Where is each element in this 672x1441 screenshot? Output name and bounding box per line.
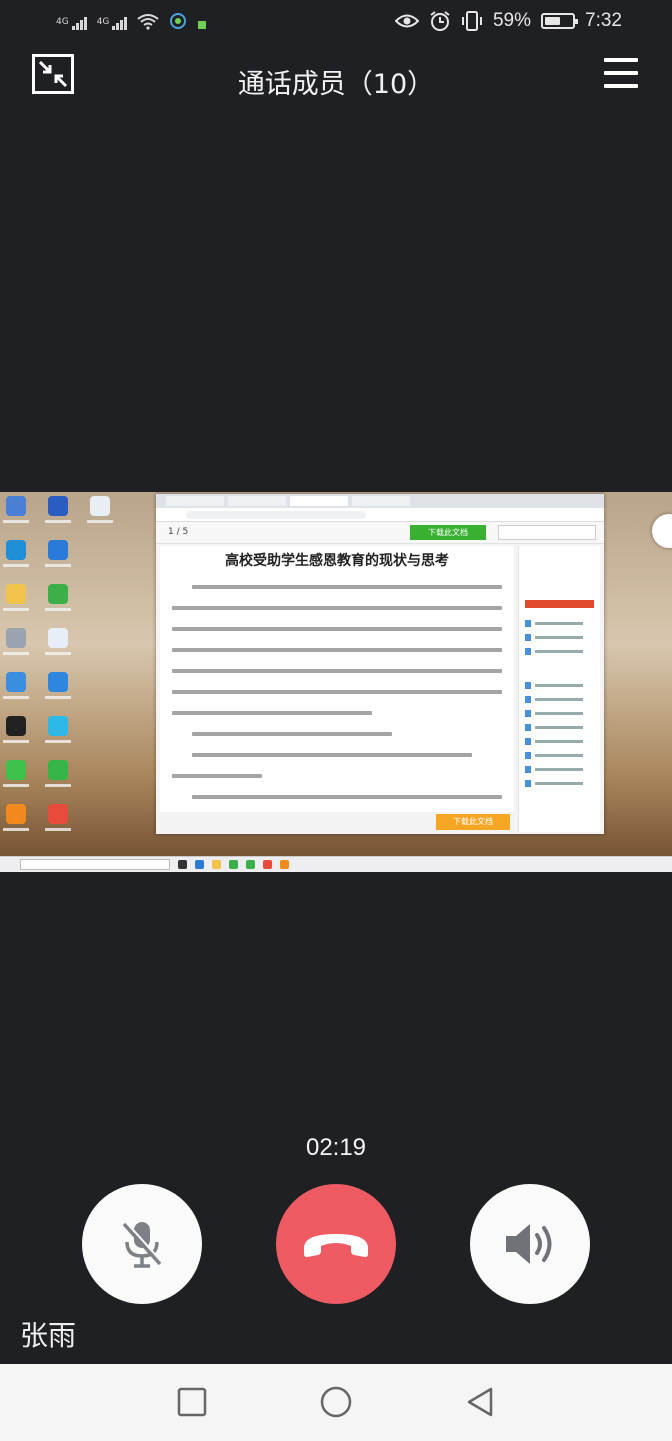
triangle-back-icon	[467, 1387, 493, 1417]
taskbar-search	[20, 859, 170, 870]
battery-icon	[541, 13, 579, 29]
back-button[interactable]	[460, 1384, 500, 1420]
hang-up-icon	[304, 1234, 368, 1257]
desktop-icons	[2, 496, 132, 838]
floating-app-icon[interactable]	[652, 514, 672, 548]
clock: 7:32	[585, 10, 622, 31]
download-button[interactable]: 下载此文档	[410, 525, 486, 540]
network-type-label: 4G	[56, 17, 69, 27]
status-left: 4G 4G	[56, 12, 207, 30]
desktop-icon	[44, 716, 72, 750]
desktop-icon	[2, 496, 30, 530]
page-indicator: 1 / 5	[168, 527, 189, 537]
desktop-icon	[44, 804, 72, 838]
document-toolbar: 1 / 5 下载此文档	[156, 522, 604, 544]
eye-icon	[394, 14, 419, 28]
home-button[interactable]	[316, 1384, 356, 1420]
browser-tabs[interactable]	[156, 494, 604, 508]
browser-tab[interactable]	[352, 496, 410, 506]
square-icon	[177, 1387, 207, 1417]
status-right: 59% 7:32	[394, 10, 622, 32]
battery-percent: 59%	[492, 10, 532, 31]
desktop-icon	[44, 496, 72, 530]
windows-taskbar	[0, 856, 672, 872]
desktop-icon	[44, 628, 72, 662]
desktop-icon	[44, 672, 72, 706]
address-bar[interactable]	[156, 508, 604, 522]
browser-window[interactable]: 1 / 5 下载此文档 高校受助学生感恩教育的现状与思考 下载此文档	[156, 494, 604, 834]
vibrate-icon	[461, 11, 482, 31]
desktop-icon	[2, 628, 30, 662]
system-nav-bar	[0, 1364, 672, 1441]
hang-up-button[interactable]	[276, 1184, 396, 1304]
signal-icon: 4G	[56, 17, 87, 30]
desktop-icon	[2, 584, 30, 618]
alarm-icon	[430, 11, 450, 31]
browser-tab[interactable]	[228, 496, 286, 506]
network-type-label: 4G	[96, 17, 110, 27]
desktop-icon	[2, 760, 30, 794]
shared-screen-view[interactable]: 1 / 5 下载此文档 高校受助学生感恩教育的现状与思考 下载此文档	[0, 492, 672, 872]
menu-icon[interactable]	[604, 58, 638, 88]
doc-search-input[interactable]	[498, 525, 596, 540]
desktop-icon	[44, 540, 72, 574]
document-page: 高校受助学生感恩教育的现状与思考	[160, 546, 514, 820]
call-members-title: 通话成员（10）	[237, 69, 435, 100]
status-bar: 4G 4G 59% 7:32	[0, 0, 672, 52]
speaker-icon	[506, 1224, 552, 1264]
document-sidebar	[518, 546, 600, 832]
battery-fill	[545, 17, 561, 25]
mute-button[interactable]	[82, 1184, 202, 1304]
app-notification-icon	[198, 21, 207, 29]
recents-button[interactable]	[172, 1384, 212, 1420]
caller-name: 张雨	[20, 1319, 77, 1352]
call-header: 通话成员（10）	[0, 52, 672, 112]
document-title: 高校受助学生感恩教育的现状与思考	[225, 553, 449, 569]
desktop-icon	[44, 584, 72, 618]
browser-tab[interactable]	[166, 496, 224, 506]
mic-muted-icon	[122, 1221, 163, 1268]
browser-tab[interactable]	[290, 496, 348, 506]
desktop-icon	[44, 760, 72, 794]
circle-icon	[320, 1386, 352, 1418]
signal-icon: 4G	[97, 17, 128, 30]
wifi-icon	[137, 14, 160, 30]
desktop-icon	[86, 496, 114, 530]
desktop-icon	[2, 672, 30, 706]
download-button-bottom[interactable]: 下载此文档	[436, 814, 510, 830]
call-timer: 02:19	[305, 1134, 367, 1161]
speaker-button[interactable]	[470, 1184, 590, 1304]
taskbar-icons	[178, 860, 289, 869]
desktop-icon	[2, 804, 30, 838]
desktop-icon	[2, 540, 30, 574]
app-notification-icon	[170, 13, 187, 29]
desktop-icon	[2, 716, 30, 750]
document-footer: 下载此文档	[160, 812, 514, 832]
